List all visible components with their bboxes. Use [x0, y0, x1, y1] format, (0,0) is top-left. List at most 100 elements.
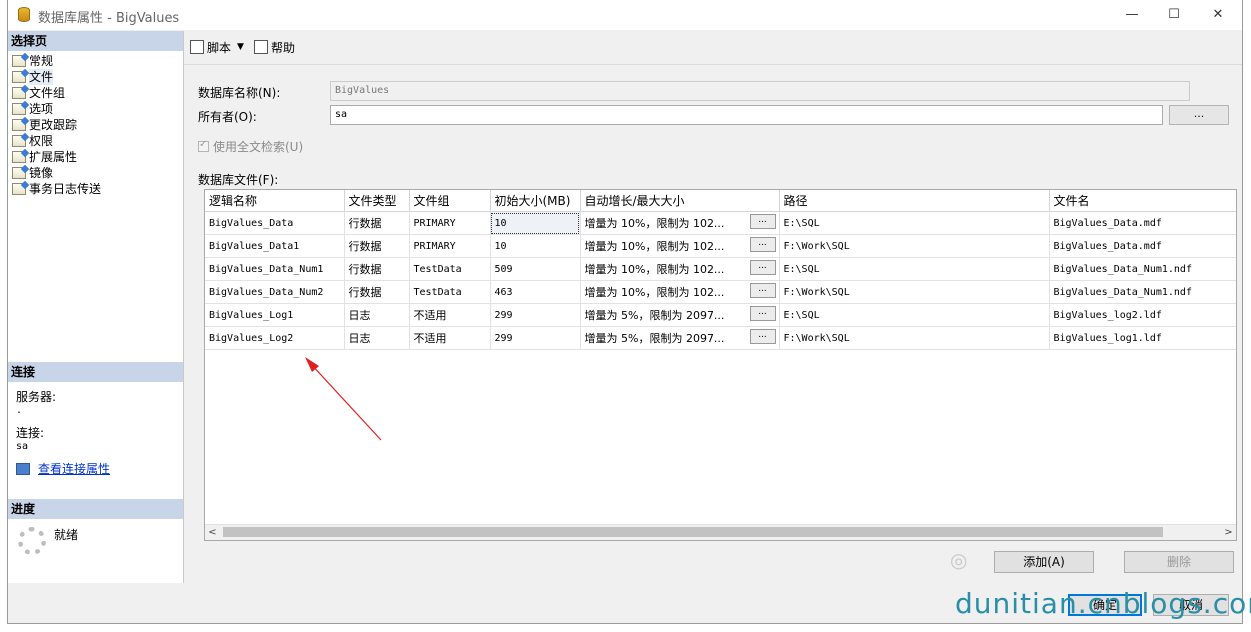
owner-field[interactable]: sa	[330, 105, 1163, 125]
cell-filegroup[interactable]: TestData	[409, 280, 491, 304]
cell-file-name[interactable]: BigValues_log1.ldf	[1049, 326, 1236, 350]
cell-initial-size[interactable]: 299	[490, 326, 581, 350]
page-icon	[12, 167, 26, 179]
page-item-filegroups[interactable]: 文件组	[12, 85, 183, 101]
table-row[interactable]: BigValues_Data_Num1 行数据 TestData 509 增量为…	[205, 257, 1236, 281]
autogrowth-text: 增量为 10%，限制为 102...	[584, 286, 725, 299]
remove-button[interactable]: 删除	[1124, 551, 1234, 573]
owner-browse-button[interactable]: ...	[1169, 105, 1229, 125]
cell-file-type[interactable]: 行数据	[344, 234, 410, 258]
db-name-field: BigValues	[330, 81, 1190, 101]
horizontal-scrollbar[interactable]: < >	[205, 524, 1236, 540]
cell-path[interactable]: E:\SQL	[779, 303, 1050, 327]
page-icon	[12, 87, 26, 99]
cell-initial-size[interactable]: 299	[490, 303, 581, 327]
files-grid[interactable]: 逻辑名称 文件类型 文件组 初始大小(MB) 自动增长/最大大小 路径 文件名 …	[204, 189, 1237, 541]
autogrowth-browse-button[interactable]: ...	[749, 260, 776, 275]
page-item-options[interactable]: 选项	[12, 101, 183, 117]
table-row[interactable]: BigValues_Data_Num2 行数据 TestData 463 增量为…	[205, 280, 1236, 304]
cell-initial-size[interactable]: 463	[490, 280, 581, 304]
col-header-file-name[interactable]: 文件名	[1049, 190, 1236, 212]
col-header-file-type[interactable]: 文件类型	[344, 190, 410, 212]
cell-autogrowth[interactable]: 增量为 10%，限制为 102......	[580, 211, 780, 235]
cell-path[interactable]: F:\Work\SQL	[779, 326, 1050, 350]
page-item-files[interactable]: 文件	[12, 69, 183, 85]
cell-file-name[interactable]: BigValues_Data.mdf	[1049, 211, 1236, 235]
autogrowth-browse-button[interactable]: ...	[749, 214, 776, 229]
col-header-logical-name[interactable]: 逻辑名称	[205, 190, 345, 212]
cell-file-type[interactable]: 日志	[344, 303, 410, 327]
view-connection-properties-link[interactable]: 查看连接属性	[38, 460, 110, 477]
cell-file-type[interactable]: 行数据	[344, 280, 410, 304]
minimize-button[interactable]: —	[1112, 4, 1152, 26]
page-item-extended-properties[interactable]: 扩展属性	[12, 149, 183, 165]
autogrowth-browse-button[interactable]: ...	[749, 237, 776, 252]
cell-logical-name[interactable]: BigValues_Data_Num2	[205, 280, 345, 304]
script-button[interactable]: 脚本 ▼	[190, 39, 244, 56]
fulltext-checkbox[interactable]: 使用全文检索(U)	[198, 138, 303, 155]
table-row[interactable]: BigValues_Data 行数据 PRIMARY 10 增量为 10%，限制…	[205, 211, 1236, 235]
cell-filegroup[interactable]: 不适用	[409, 303, 491, 327]
cell-file-type[interactable]: 行数据	[344, 257, 410, 281]
cell-path[interactable]: F:\Work\SQL	[779, 234, 1050, 258]
help-label: 帮助	[270, 40, 295, 55]
autogrowth-browse-button[interactable]: ...	[749, 306, 776, 321]
table-row[interactable]: BigValues_Log2 日志 不适用 299 增量为 5%，限制为 209…	[205, 326, 1236, 350]
table-row[interactable]: BigValues_Log1 日志 不适用 299 增量为 5%，限制为 209…	[205, 303, 1236, 327]
col-header-filegroup[interactable]: 文件组	[409, 190, 491, 212]
files-label: 数据库文件(F):	[198, 173, 279, 187]
scroll-left-icon[interactable]: <	[205, 525, 220, 540]
cell-filegroup[interactable]: PRIMARY	[409, 211, 491, 235]
cell-file-name[interactable]: BigValues_Data_Num1.ndf	[1049, 280, 1236, 304]
checkbox-icon	[198, 139, 209, 152]
cell-logical-name[interactable]: BigValues_Data	[205, 211, 345, 235]
cell-logical-name[interactable]: BigValues_Log1	[205, 303, 345, 327]
cell-autogrowth[interactable]: 增量为 10%，限制为 102......	[580, 234, 780, 258]
cell-initial-size[interactable]: 10	[490, 234, 581, 258]
cell-path[interactable]: E:\SQL	[779, 257, 1050, 281]
page-item-mirroring[interactable]: 镜像	[12, 165, 183, 181]
cell-autogrowth[interactable]: 增量为 10%，限制为 102......	[580, 257, 780, 281]
autogrowth-browse-button[interactable]: ...	[749, 329, 776, 344]
progress-status: 就绪	[54, 528, 79, 542]
col-header-autogrowth[interactable]: 自动增长/最大大小	[580, 190, 780, 212]
cell-filegroup[interactable]: 不适用	[409, 326, 491, 350]
cell-autogrowth[interactable]: 增量为 5%，限制为 2097......	[580, 326, 780, 350]
cell-logical-name[interactable]: BigValues_Data1	[205, 234, 345, 258]
close-button[interactable]: ✕	[1198, 4, 1238, 26]
cell-filegroup[interactable]: TestData	[409, 257, 491, 281]
cell-file-type[interactable]: 日志	[344, 326, 410, 350]
cell-logical-name[interactable]: BigValues_Data_Num1	[205, 257, 345, 281]
page-item-log-shipping[interactable]: 事务日志传送	[12, 181, 183, 197]
progress-section: 进度 就绪	[8, 499, 183, 555]
cell-initial-size[interactable]: 10	[490, 211, 581, 235]
cell-logical-name[interactable]: BigValues_Log2	[205, 326, 345, 350]
cell-file-name[interactable]: BigValues_log2.ldf	[1049, 303, 1236, 327]
page-item-change-tracking[interactable]: 更改跟踪	[12, 117, 183, 133]
cell-autogrowth[interactable]: 增量为 5%，限制为 2097......	[580, 303, 780, 327]
cell-path[interactable]: F:\Work\SQL	[779, 280, 1050, 304]
page-icon	[12, 135, 26, 147]
cell-file-type[interactable]: 行数据	[344, 211, 410, 235]
scroll-right-icon[interactable]: >	[1221, 525, 1236, 540]
autogrowth-browse-button[interactable]: ...	[749, 283, 776, 298]
col-header-path[interactable]: 路径	[779, 190, 1050, 212]
cell-filegroup[interactable]: PRIMARY	[409, 234, 491, 258]
col-header-initial-size[interactable]: 初始大小(MB)	[490, 190, 581, 212]
table-row[interactable]: BigValues_Data1 行数据 PRIMARY 10 增量为 10%，限…	[205, 234, 1236, 258]
cell-initial-size[interactable]: 509	[490, 257, 581, 281]
page-item-general[interactable]: 常规	[12, 53, 183, 69]
help-button[interactable]: 帮助	[253, 39, 295, 56]
cell-autogrowth[interactable]: 增量为 10%，限制为 102......	[580, 280, 780, 304]
window-title: 数据库属性 - BigValues	[38, 11, 180, 26]
page-item-permissions[interactable]: 权限	[12, 133, 183, 149]
scroll-thumb[interactable]	[223, 527, 1163, 537]
cell-file-name[interactable]: BigValues_Data.mdf	[1049, 234, 1236, 258]
chevron-down-icon[interactable]: ▼	[237, 42, 244, 52]
maximize-button[interactable]: ☐	[1154, 4, 1194, 26]
cell-path[interactable]: E:\SQL	[779, 211, 1050, 235]
autogrowth-text: 增量为 5%，限制为 2097...	[584, 309, 725, 322]
add-button[interactable]: 添加(A)	[994, 551, 1094, 573]
files-table: 逻辑名称 文件类型 文件组 初始大小(MB) 自动增长/最大大小 路径 文件名 …	[205, 190, 1236, 350]
cell-file-name[interactable]: BigValues_Data_Num1.ndf	[1049, 257, 1236, 281]
